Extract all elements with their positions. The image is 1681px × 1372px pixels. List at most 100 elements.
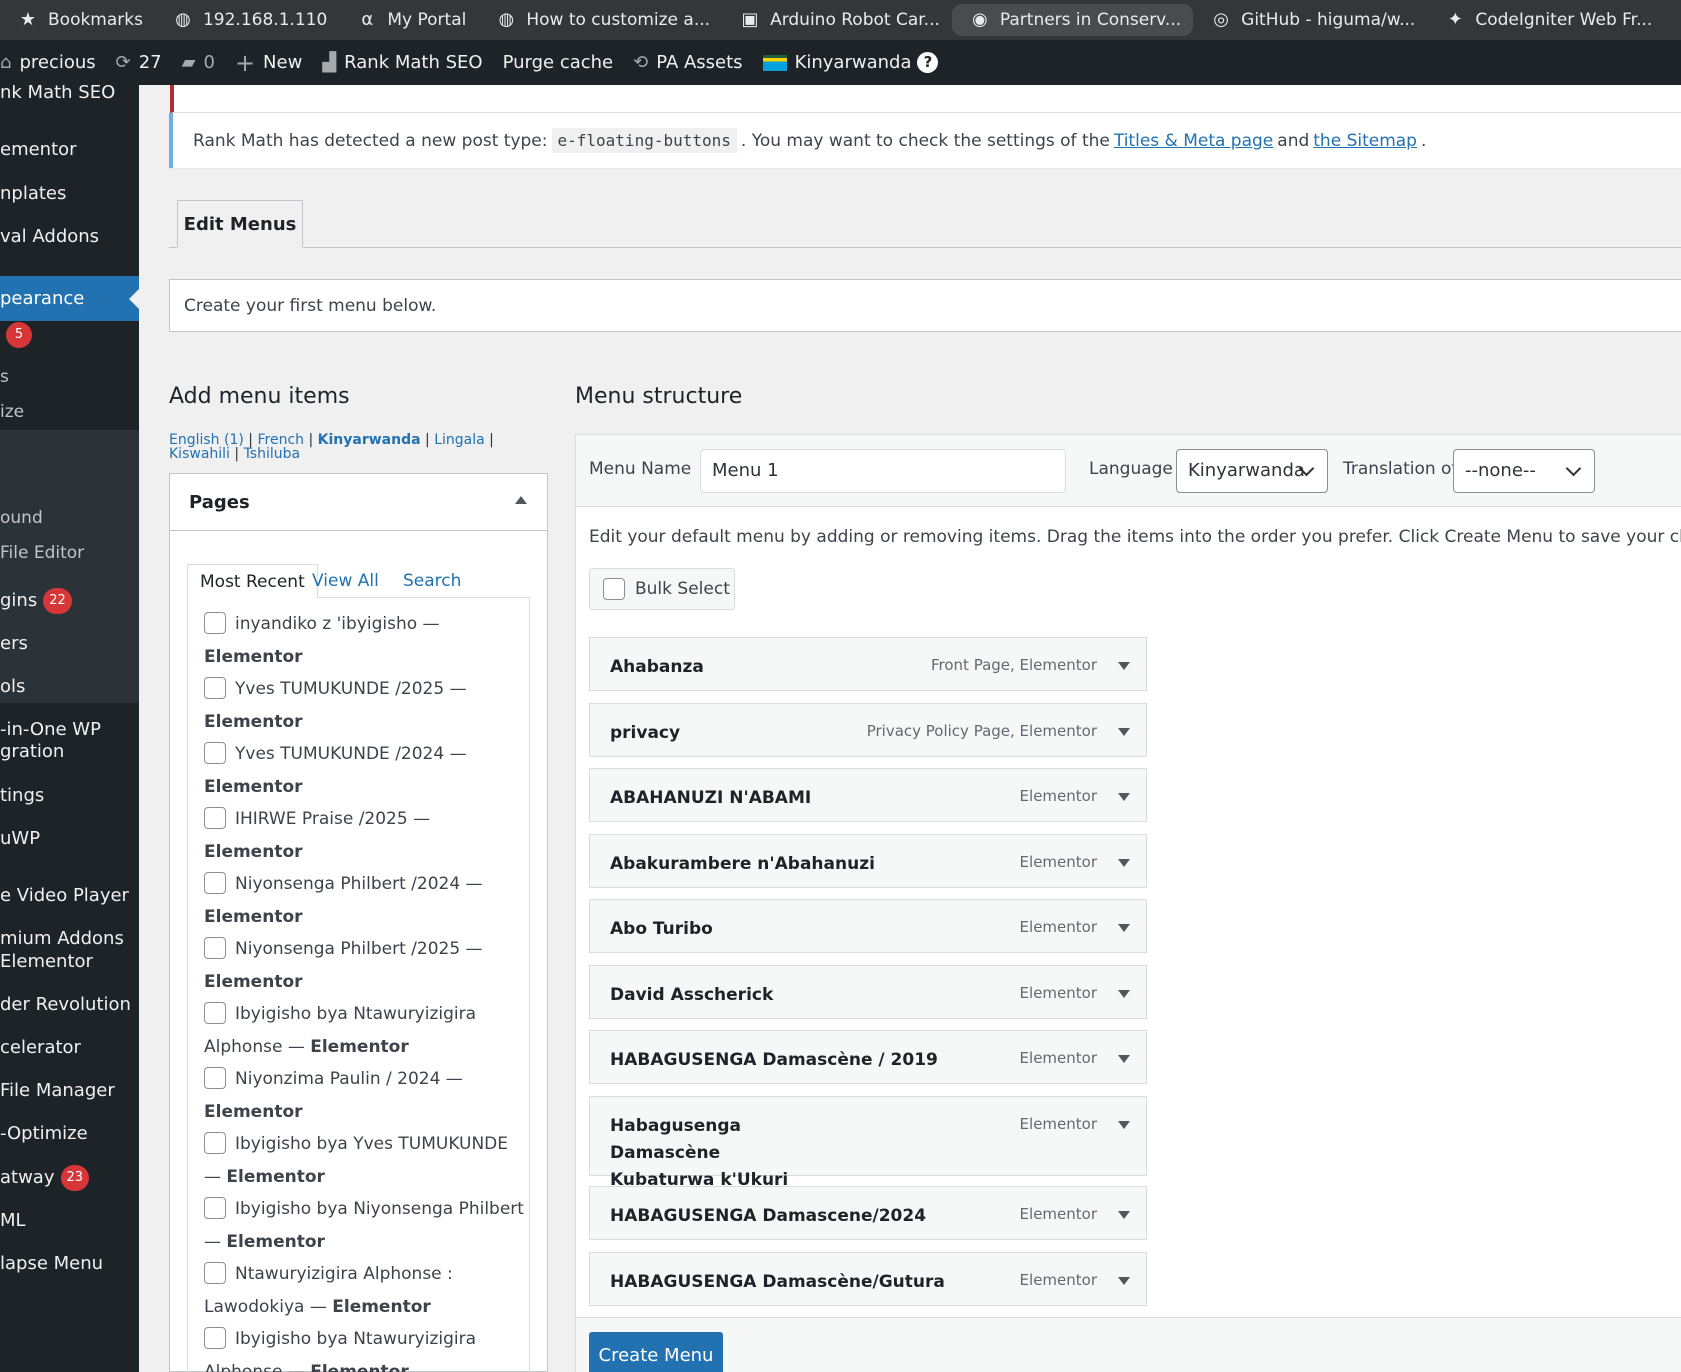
menu-item-toggle-icon[interactable] xyxy=(1118,1211,1130,1219)
language-filter-link[interactable]: Lingala xyxy=(434,432,485,448)
collapse-arrow-icon[interactable] xyxy=(515,496,527,504)
sidebar-item[interactable]: nk Math SEO xyxy=(0,85,139,105)
tab-view-all[interactable]: View All xyxy=(300,564,391,599)
sidebar-item[interactable]: ound xyxy=(0,506,139,530)
sidebar-item[interactable]: gins 22 xyxy=(0,588,139,614)
menu-item-toggle-icon[interactable] xyxy=(1118,793,1130,801)
menu-item[interactable]: Habagusenga Damascène Kubaturwa k'Ukuri E… xyxy=(589,1096,1147,1190)
sidebar-item[interactable]: -Optimize xyxy=(0,1122,139,1146)
bookmark-item[interactable]: ◍ How to customize a... xyxy=(478,0,722,40)
sidebar-item[interactable]: File Manager xyxy=(0,1079,139,1103)
updates-link[interactable]: ⟳ 27 xyxy=(106,40,172,85)
site-name-link[interactable]: ⌂ precious xyxy=(0,40,106,85)
sidebar-item[interactable]: ementor xyxy=(0,138,139,162)
tab-edit-menus[interactable]: Edit Menus xyxy=(177,200,303,248)
comments-link[interactable]: ▰ 0 xyxy=(172,40,225,85)
menu-item-toggle-icon[interactable] xyxy=(1118,1277,1130,1285)
menu-item[interactable]: ABAHANUZI N'ABAMI Elementor xyxy=(589,768,1147,822)
menu-item[interactable]: Ahabanza Front Page, Elementor xyxy=(589,637,1147,691)
menu-item-toggle-icon[interactable] xyxy=(1118,859,1130,867)
sidebar-item[interactable]: ize xyxy=(0,400,139,424)
sidebar-item[interactable]: uWP xyxy=(0,827,139,851)
page-checkbox[interactable] xyxy=(204,1196,226,1219)
globe-icon: ◍ xyxy=(498,9,515,30)
sidebar-item[interactable]: atway 23 xyxy=(0,1165,139,1191)
page-checkbox[interactable] xyxy=(204,611,226,634)
menu-item[interactable]: David Asscherick Elementor xyxy=(589,965,1147,1019)
sidebar-item[interactable]: ML xyxy=(0,1209,139,1233)
sidebar-item[interactable]: gration xyxy=(0,740,139,764)
menu-item-toggle-icon[interactable] xyxy=(1118,728,1130,736)
sidebar-item[interactable]: ers xyxy=(0,632,139,656)
language-filter-link[interactable]: Kinyarwanda xyxy=(318,432,421,448)
language-select[interactable]: Kinyarwanda xyxy=(1176,449,1328,493)
menu-item-toggle-icon[interactable] xyxy=(1118,1121,1130,1129)
bookmark-item[interactable]: ◍ 192.168.1.110 xyxy=(155,0,339,40)
menu-item-type: Privacy Policy Page, Elementor xyxy=(866,722,1097,740)
bookmark-item[interactable]: α My Portal xyxy=(339,0,478,40)
sidebar-item[interactable]: -in-One WP xyxy=(0,718,139,742)
page-checkbox[interactable] xyxy=(204,871,226,894)
sidebar-item[interactable]: der Revolution xyxy=(0,993,139,1017)
help-icon[interactable]: ? xyxy=(917,52,939,73)
menu-item[interactable]: Abakurambere n'Abahanuzi Elementor xyxy=(589,834,1147,888)
sidebar-item[interactable]: 5 xyxy=(0,322,139,348)
pages-metabox-header[interactable]: Pages xyxy=(170,474,547,531)
create-menu-button[interactable]: Create Menu xyxy=(589,1332,723,1372)
bulk-select-button[interactable]: Bulk Select xyxy=(589,568,735,610)
menu-item-toggle-icon[interactable] xyxy=(1118,662,1130,670)
titles-meta-link[interactable]: Titles & Meta page xyxy=(1114,131,1273,151)
page-checkbox[interactable] xyxy=(204,741,226,764)
language-switcher[interactable]: Kinyarwanda? xyxy=(753,40,949,85)
codeigniter-icon: ✦ xyxy=(1447,9,1463,30)
menu-item[interactable]: HABAGUSENGA Damascène / 2019 Elementor xyxy=(589,1030,1147,1084)
tab-most-recent[interactable]: Most Recent xyxy=(187,564,318,599)
sidebar-item[interactable]: Elementor xyxy=(0,950,139,974)
bookmark-item[interactable]: ▣ Arduino Robot Car... xyxy=(722,0,952,40)
page-checkbox[interactable] xyxy=(204,1131,226,1154)
sidebar-item[interactable]: File Editor xyxy=(0,541,139,565)
page-checkbox[interactable] xyxy=(204,676,226,699)
sidebar-item[interactable]: tings xyxy=(0,784,139,808)
bookmark-item[interactable]: ◉ Partners in Conserv... xyxy=(951,4,1194,36)
rankmath-link[interactable]: ▟ Rank Math SEO xyxy=(312,40,492,85)
menu-item[interactable]: privacy Privacy Policy Page, Elementor xyxy=(589,703,1147,757)
page-checkbox[interactable] xyxy=(204,1066,226,1089)
conservation-icon: ◉ xyxy=(972,9,988,30)
bulk-select-checkbox[interactable] xyxy=(603,578,625,600)
language-filter-link[interactable]: Tshiluba xyxy=(244,446,301,462)
sidebar-item[interactable]: nplates xyxy=(0,182,139,206)
page-checkbox[interactable] xyxy=(204,1261,226,1284)
sidebar-item[interactable]: s xyxy=(0,365,139,389)
sidebar-item[interactable]: pearance xyxy=(0,276,139,321)
sidebar-item[interactable]: ols xyxy=(0,675,139,699)
sidebar-item[interactable]: lapse Menu xyxy=(0,1252,139,1276)
sidebar-item[interactable]: val Addons xyxy=(0,225,139,249)
language-filter-link[interactable]: Kiswahili xyxy=(169,446,230,462)
bookmark-item[interactable]: ★ Bookmarks xyxy=(0,0,155,40)
tab-search[interactable]: Search xyxy=(391,564,473,599)
menu-item[interactable]: Abo Turibo Elementor xyxy=(589,899,1147,953)
menu-item[interactable]: HABAGUSENGA Damascène/Gutura Elementor xyxy=(589,1252,1147,1306)
page-checkbox[interactable] xyxy=(204,1326,226,1349)
bookmark-item[interactable]: ▤Des xyxy=(1664,0,1681,40)
menu-item-toggle-icon[interactable] xyxy=(1118,924,1130,932)
sidebar-item[interactable]: celerator xyxy=(0,1036,139,1060)
sidebar-item[interactable]: e Video Player xyxy=(0,884,139,908)
sitemap-link[interactable]: the Sitemap xyxy=(1313,131,1417,151)
menu-name-input[interactable]: Menu 1 xyxy=(700,449,1066,493)
bookmark-item[interactable]: ◎ GitHub - higuma/w... xyxy=(1193,0,1427,40)
page-checkbox[interactable] xyxy=(204,1001,226,1024)
pa-assets-link[interactable]: ⟲ PA Assets xyxy=(623,40,752,85)
purge-cache-link[interactable]: Purge cache xyxy=(493,40,624,85)
page-checkbox[interactable] xyxy=(204,806,226,829)
sidebar-item[interactable]: mium Addons xyxy=(0,927,139,951)
page-checkbox[interactable] xyxy=(204,936,226,959)
translation-select[interactable]: --none-- xyxy=(1453,449,1595,493)
menu-item-type: Front Page, Elementor xyxy=(930,656,1097,674)
menu-item[interactable]: HABAGUSENGA Damascene/2024 Elementor xyxy=(589,1186,1147,1240)
menu-item-toggle-icon[interactable] xyxy=(1118,990,1130,998)
new-content-link[interactable]: + New xyxy=(225,40,312,85)
bookmark-item[interactable]: ✦ CodeIgniter Web Fr... xyxy=(1427,0,1664,40)
menu-item-toggle-icon[interactable] xyxy=(1118,1055,1130,1063)
